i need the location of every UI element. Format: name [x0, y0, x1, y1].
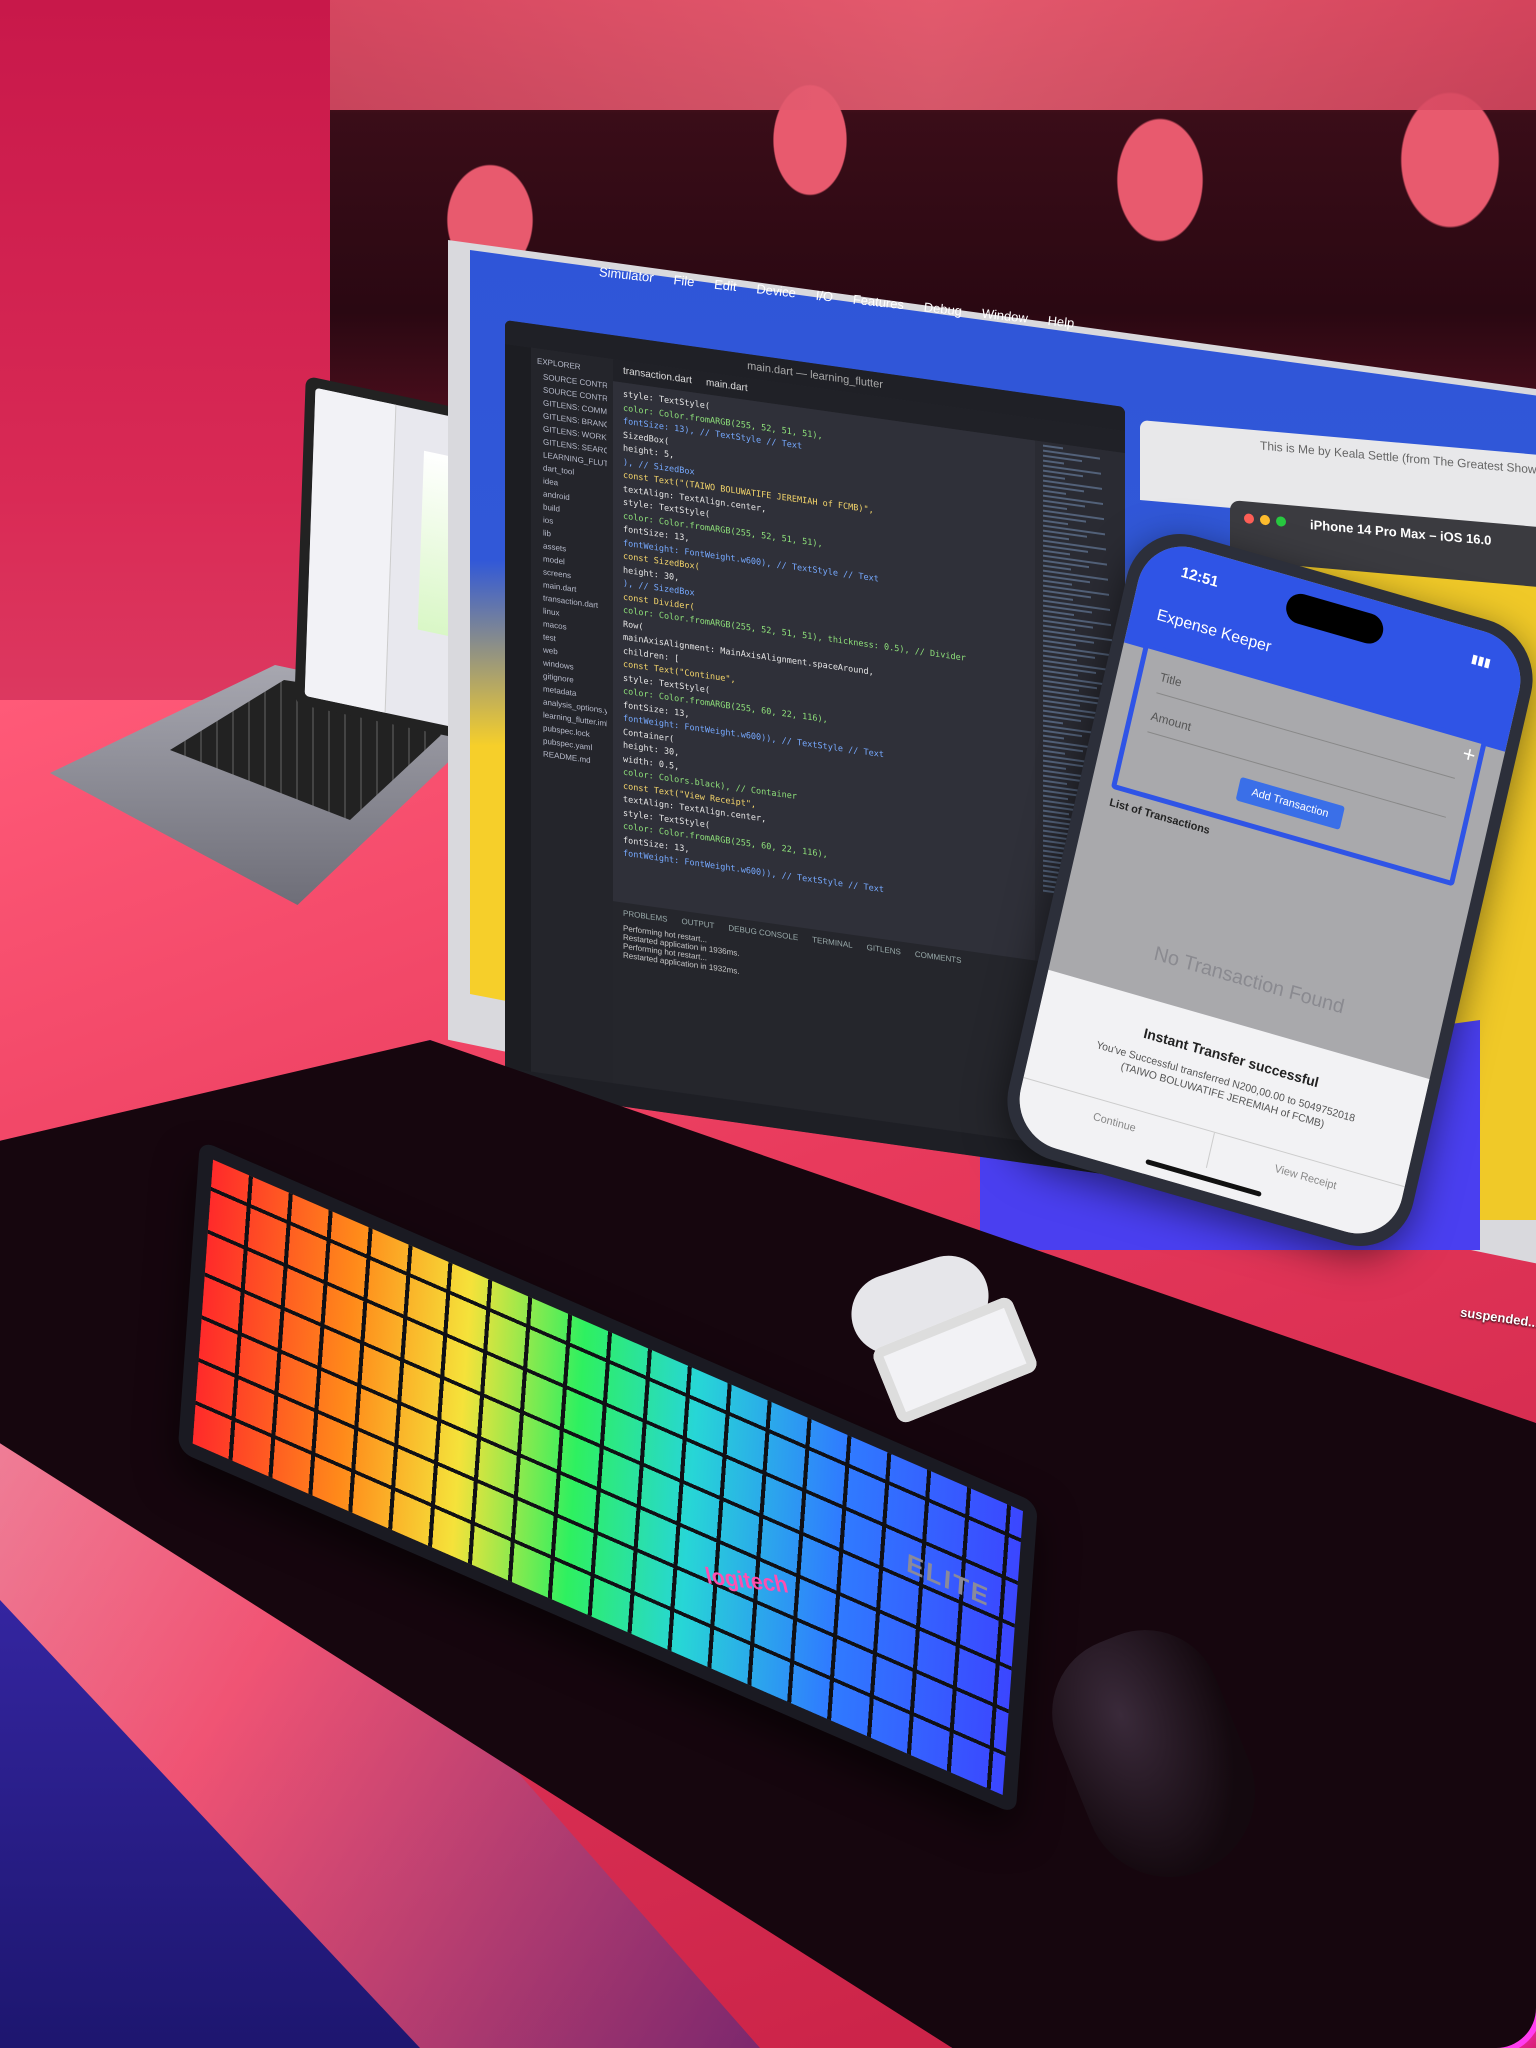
menu-io[interactable]: I/O — [814, 288, 834, 318]
panel-tab[interactable]: OUTPUT — [681, 917, 714, 931]
simulator-title: iPhone 14 Pro Max – iOS 16.0 — [1310, 516, 1492, 548]
panel-tab[interactable]: TERMINAL — [812, 935, 852, 950]
panel-tab[interactable]: COMMENTS — [915, 950, 962, 966]
activity-bar — [505, 344, 531, 1094]
menu-file[interactable]: File — [671, 272, 695, 302]
menu-help[interactable]: Help — [1045, 313, 1075, 344]
add-transaction-button[interactable]: Add Transaction — [1235, 776, 1345, 830]
menu-simulator[interactable]: Simulator — [597, 264, 654, 298]
menu-edit[interactable]: Edit — [712, 277, 737, 307]
menu-device[interactable]: Device — [754, 281, 797, 313]
explorer-sidebar: EXPLORER SOURCE CONTROL REPOSITORIESSOUR… — [531, 347, 613, 1106]
panel-tab[interactable]: PROBLEMS — [623, 909, 667, 924]
wallpaper-top-band — [330, 0, 1536, 110]
zoom-icon[interactable] — [1276, 516, 1286, 527]
panel-tab[interactable]: GITLENS — [867, 943, 901, 957]
code-editor[interactable]: style: TextStyle( color: Color.fromARGB(… — [613, 381, 1035, 973]
minimize-icon[interactable] — [1260, 514, 1270, 526]
close-icon[interactable] — [1244, 513, 1254, 525]
menu-window[interactable]: Window — [980, 306, 1029, 339]
menu-debug[interactable]: Debug — [922, 299, 963, 331]
menu-features[interactable]: Features — [851, 292, 905, 325]
laptop-chat-list — [304, 387, 397, 713]
